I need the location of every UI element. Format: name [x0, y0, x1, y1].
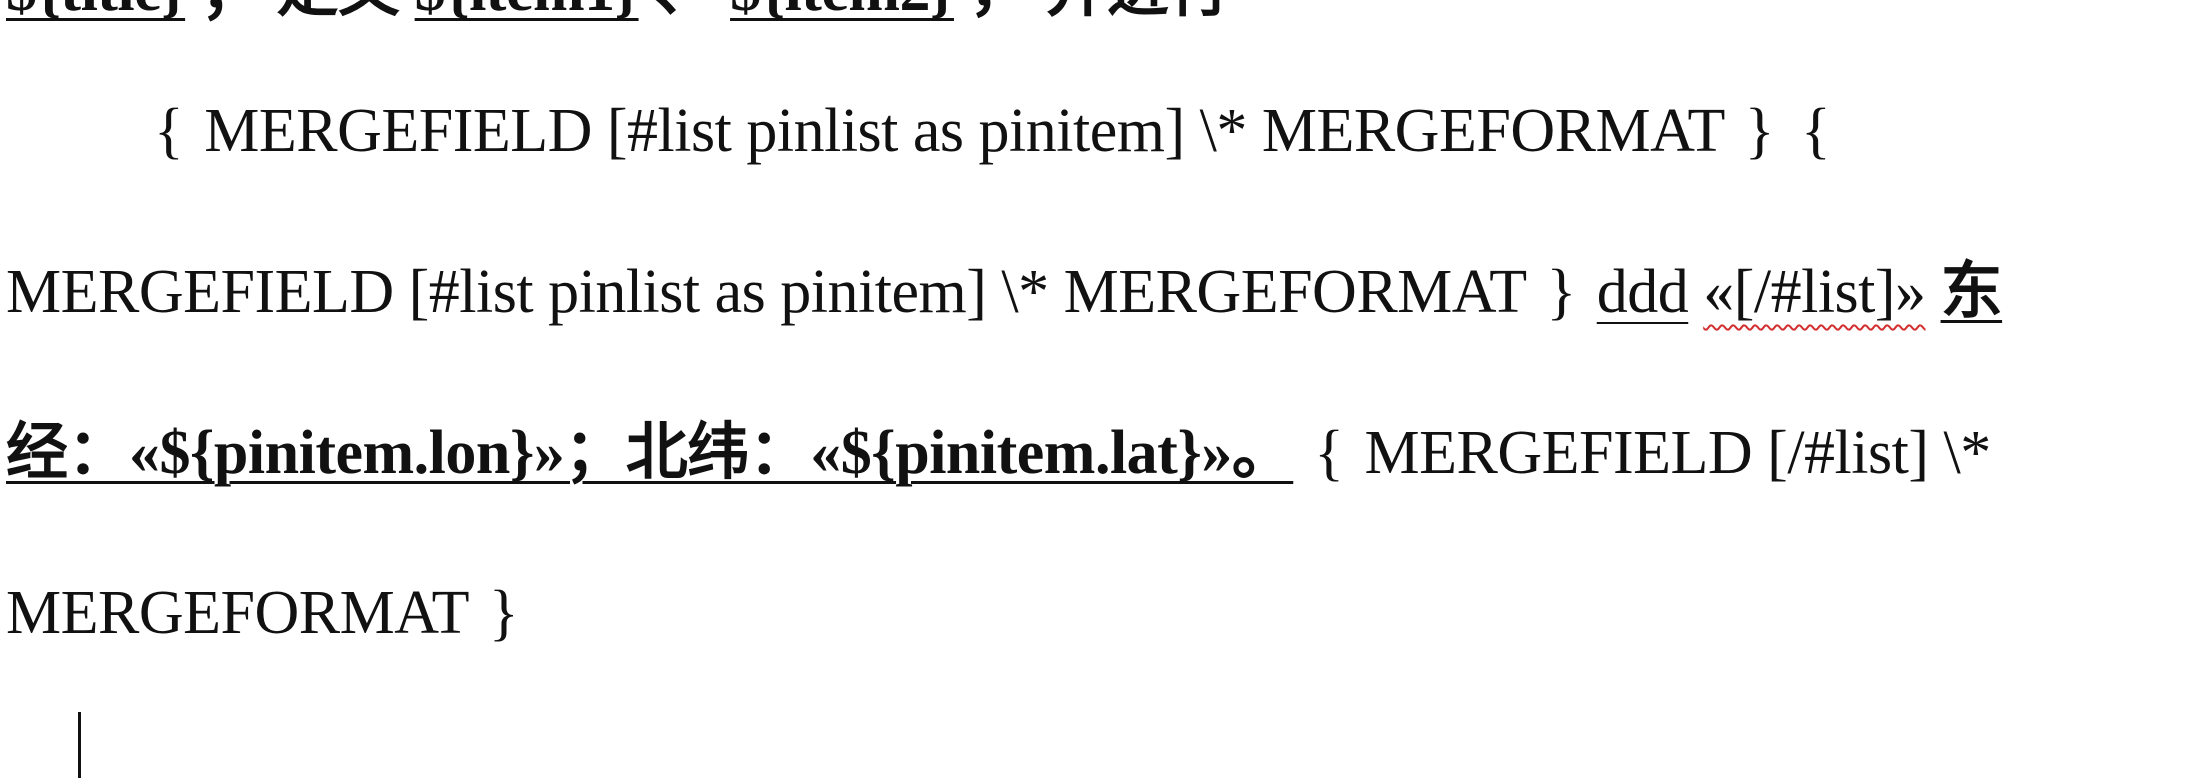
merge-line-3: 经：«${pinitem.lon}»；北纬：«${pinitem.lat}»。 … — [6, 418, 1991, 488]
document-page[interactable]: ${title} ； 定义 ${item1} 、 ${item2} ， 并进行 … — [0, 0, 2210, 780]
list-end-marker: «[/#list]» — [1703, 258, 1926, 326]
field-code-text: MERGEFIELD [#list pinlist as pinitem] \*… — [6, 258, 1541, 326]
top-segment-3: ${item1} — [415, 0, 639, 24]
top-segment-6: ， 并进行 — [969, 0, 1231, 24]
partial-top-line: ${title} ； 定义 ${item1} 、 ${item2} ， 并进行 — [6, 0, 1230, 25]
top-segment-5: ${item2} — [730, 0, 954, 24]
field-brace-open: { — [1314, 419, 1344, 487]
underlined-tail: 东 — [1940, 258, 2003, 326]
top-segment-4: 、 — [654, 0, 716, 24]
top-segment-2: ； 定义 — [200, 0, 415, 24]
text-cursor — [78, 712, 81, 778]
field-brace-close: } — [1546, 258, 1576, 326]
field-code-text: MERGEFIELD [#list pinlist as pinitem] \*… — [204, 97, 1739, 165]
merge-line-4: MERGEFORMAT } — [6, 578, 524, 648]
field-brace-open: { — [154, 97, 184, 165]
merge-line-2: MERGEFIELD [#list pinlist as pinitem] \*… — [6, 257, 2003, 327]
merge-line-1: { MERGEFIELD [#list pinlist as pinitem] … — [148, 96, 1836, 166]
field-code-text: MERGEFORMAT — [6, 579, 483, 647]
field-brace-close: } — [1744, 97, 1775, 165]
top-segment-1: ${title} — [6, 0, 186, 24]
field-code-text: MERGEFIELD [/#list] \* — [1364, 419, 1992, 487]
ddd-text: ddd — [1596, 258, 1689, 326]
coordinate-text: 经：«${pinitem.lon}»；北纬：«${pinitem.lat}»。 — [6, 419, 1294, 487]
field-brace-open-2: { — [1801, 97, 1831, 165]
field-brace-close: } — [488, 579, 519, 647]
